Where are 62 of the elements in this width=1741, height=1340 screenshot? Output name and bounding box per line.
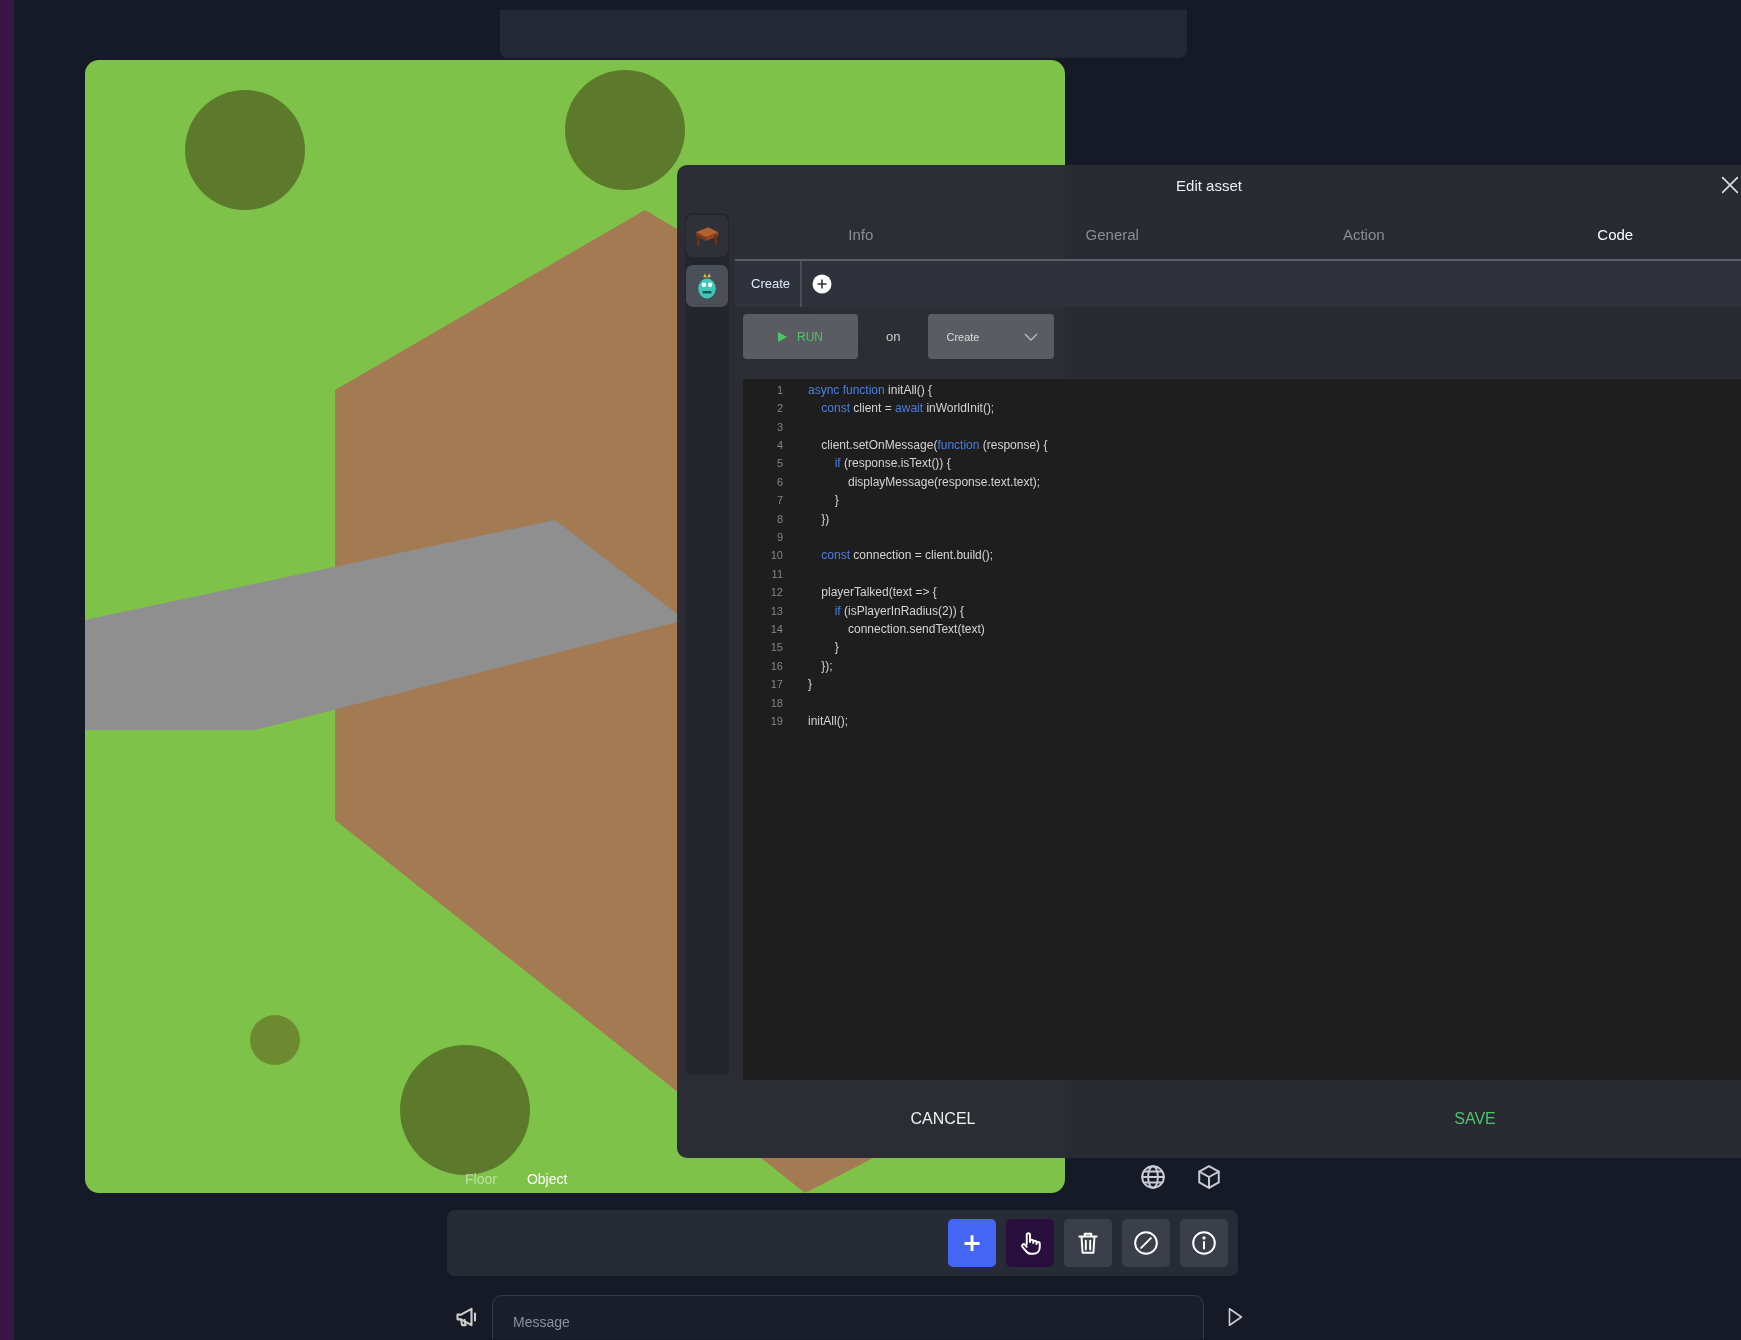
code-line: if (response.isText()) { xyxy=(833,456,951,471)
line-number: 17 xyxy=(769,678,783,691)
delete-button[interactable] xyxy=(1064,1219,1112,1267)
line-number: 9 xyxy=(775,531,783,544)
globe-icon[interactable] xyxy=(1140,1164,1166,1190)
line-number: 5 xyxy=(775,457,783,470)
disable-button[interactable] xyxy=(1122,1219,1170,1267)
play-icon xyxy=(778,331,787,342)
line-number: 15 xyxy=(769,641,783,654)
code-line: } xyxy=(833,640,839,655)
code-line: async function initAll() { xyxy=(808,382,933,397)
tab[interactable]: Code xyxy=(1489,205,1741,259)
message-input-field[interactable]: Message xyxy=(492,1295,1204,1339)
add-button[interactable]: + xyxy=(948,1219,996,1267)
info-icon xyxy=(1191,1230,1217,1256)
line-number: 7 xyxy=(775,494,783,507)
line-number: 11 xyxy=(770,567,783,580)
line-number: 13 xyxy=(769,604,783,617)
event-tab[interactable]: Create xyxy=(735,260,803,307)
hand-tool-button[interactable] xyxy=(1006,1219,1054,1267)
line-number: 16 xyxy=(769,659,783,672)
trash-icon xyxy=(1075,1230,1101,1256)
line-number: 10 xyxy=(769,549,783,562)
code-line: } xyxy=(833,493,839,508)
code-line: const client = await inWorldInit(); xyxy=(820,401,995,416)
chevron-down-icon xyxy=(1024,332,1039,341)
tab[interactable]: Info xyxy=(735,205,987,259)
add-event-icon[interactable] xyxy=(812,273,833,294)
code-line: }); xyxy=(820,658,833,673)
save-button[interactable]: SAVE xyxy=(1209,1109,1741,1129)
line-number: 2 xyxy=(775,402,783,415)
line-number: 3 xyxy=(775,420,783,433)
code-line: const connection = client.build(); xyxy=(820,548,994,563)
code-line: displayMessage(response.text.text); xyxy=(847,474,1041,489)
code-line: client.setOnMessage(function (response) { xyxy=(820,438,1048,453)
line-number: 14 xyxy=(769,623,783,635)
line-number: 4 xyxy=(775,439,783,452)
dialog-title: Edit asset xyxy=(1176,176,1242,194)
tab[interactable]: Action xyxy=(1238,205,1490,259)
event-dropdown[interactable]: Create xyxy=(928,314,1055,360)
code-line: connection.sendText(text) xyxy=(847,622,985,636)
code-line: if (isPlayerInRadius(2)) { xyxy=(833,603,965,618)
line-number: 18 xyxy=(769,696,783,709)
asset-thumbnail[interactable] xyxy=(686,265,728,307)
run-button[interactable]: RUN xyxy=(743,314,858,360)
slash-circle-icon xyxy=(1133,1230,1159,1256)
line-number: 8 xyxy=(775,512,783,525)
cube-icon[interactable] xyxy=(1196,1164,1222,1190)
cancel-button[interactable]: CANCEL xyxy=(677,1109,1209,1129)
info-button[interactable] xyxy=(1180,1219,1228,1267)
close-icon[interactable] xyxy=(1719,174,1741,196)
code-line: playerTalked(text => { xyxy=(820,585,937,600)
line-number: 6 xyxy=(775,475,783,488)
code-line: }) xyxy=(820,511,830,526)
code-line: initAll(); xyxy=(808,713,848,728)
line-number: 19 xyxy=(769,714,783,727)
line-number: 1 xyxy=(775,383,783,396)
code-line: } xyxy=(808,677,812,692)
line-number: 12 xyxy=(769,586,783,599)
on-label: on xyxy=(885,329,902,345)
asset-thumbnail[interactable] xyxy=(686,215,728,257)
tab[interactable]: General xyxy=(986,205,1238,259)
